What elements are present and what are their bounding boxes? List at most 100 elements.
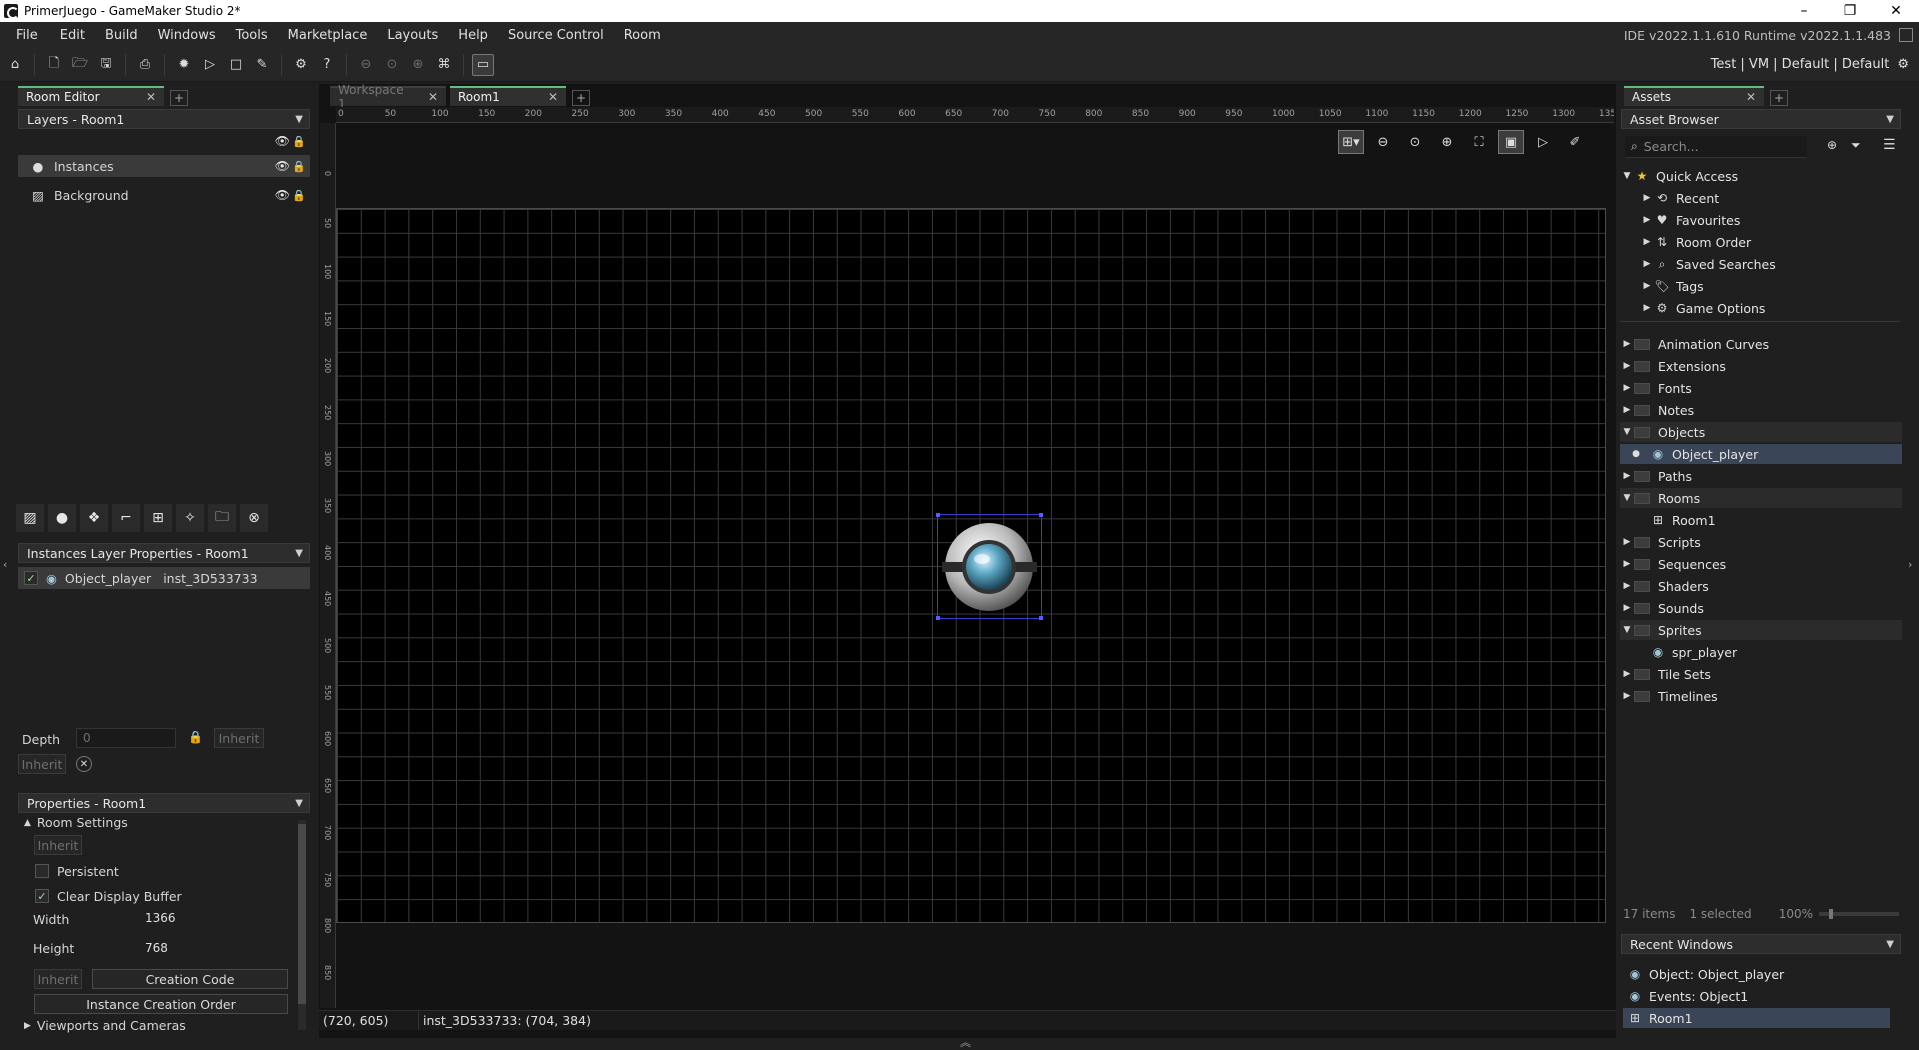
quick-access-folder[interactable]: ▼ ★ Quick Access xyxy=(1620,166,1902,186)
help-icon[interactable]: ? xyxy=(316,54,338,76)
zoom-in-icon[interactable]: ⊕ xyxy=(1434,130,1460,154)
clear-inherit-icon[interactable]: ✕ xyxy=(76,756,92,772)
asset-folder-tile-sets[interactable]: ▶ Tile Sets xyxy=(1620,664,1902,684)
menu-file[interactable]: File xyxy=(0,28,48,43)
width-input[interactable]: 1366 xyxy=(139,908,189,928)
menu-source-control[interactable]: Source Control xyxy=(498,28,614,43)
zoom-reset-icon[interactable]: ⊙ xyxy=(381,54,403,76)
asset-folder-animation-curves[interactable]: ▶ Animation Curves xyxy=(1620,334,1902,354)
zoom-slider[interactable] xyxy=(1819,909,1899,919)
minimize-button[interactable]: – xyxy=(1781,0,1827,22)
instance-creation-order-button[interactable]: Instance Creation Order xyxy=(34,994,288,1014)
add-tab-button[interactable]: + xyxy=(572,90,590,106)
instances-layer-dropdown[interactable]: Instances Layer Properties - Room1 ▼ xyxy=(18,543,310,563)
layer-instances[interactable]: ● Instances 👁 🔒 xyxy=(18,155,310,177)
menu-room[interactable]: Room xyxy=(614,28,671,43)
asset-layer-icon[interactable]: ⊞ xyxy=(144,504,172,532)
zoom-reset-icon[interactable]: ⊙ xyxy=(1402,130,1428,154)
lock-icon[interactable]: 🔒 xyxy=(188,730,203,744)
asset-folder-notes[interactable]: ▶ Notes xyxy=(1620,400,1902,420)
brush-icon[interactable]: ✐ xyxy=(1562,130,1588,154)
asset-folder-sounds[interactable]: ▶ Sounds xyxy=(1620,598,1902,618)
asset-folder-paths[interactable]: ▶ Paths xyxy=(1620,466,1902,486)
folder-add-icon[interactable]: 🗀 xyxy=(208,504,236,532)
inherit-room-button[interactable]: Inherit xyxy=(34,835,82,855)
asset-folder-sequences[interactable]: ▶ Sequences xyxy=(1620,554,1902,574)
asset-folder-sprites[interactable]: ▼ Sprites xyxy=(1620,620,1902,640)
quick-tags[interactable]: ▶ 🏷 Tags xyxy=(1640,276,1704,296)
asset-folder-rooms[interactable]: ▼ Rooms xyxy=(1620,488,1902,508)
add-tab-button[interactable]: + xyxy=(170,90,188,106)
instance-checkbox[interactable]: ✓ xyxy=(24,571,38,585)
fit-view-icon[interactable]: ⛶ xyxy=(1466,130,1492,154)
path-layer-icon[interactable]: ⌐ xyxy=(112,504,140,532)
menu-marketplace[interactable]: Marketplace xyxy=(278,28,378,43)
run-icon[interactable]: ▷ xyxy=(199,54,221,76)
asset-folder-extensions[interactable]: ▶ Extensions xyxy=(1620,356,1902,376)
target-selector[interactable]: Test | VM | Default | Default xyxy=(1711,57,1890,72)
close-button[interactable]: ✕ xyxy=(1873,0,1919,22)
height-input[interactable]: 768 xyxy=(139,938,189,958)
quick-recent[interactable]: ▶ ⟲ Recent xyxy=(1640,188,1720,208)
inherit-depth-button[interactable]: Inherit xyxy=(214,728,264,748)
filter-icon[interactable]: ⏷ xyxy=(1851,138,1861,153)
menu-help[interactable]: Help xyxy=(448,28,498,43)
lock-icon[interactable]: 🔒 xyxy=(292,160,306,173)
frame-icon[interactable]: ▣ xyxy=(1498,130,1524,154)
save-icon[interactable]: 🖫 xyxy=(95,54,117,76)
asset-search-box[interactable]: ⌕ Search... xyxy=(1625,136,1807,158)
asset-folder-shaders[interactable]: ▶ Shaders xyxy=(1620,576,1902,596)
screen-icon[interactable]: ▭ xyxy=(472,53,494,76)
menu-layouts[interactable]: Layouts xyxy=(377,28,448,43)
inherit-code-button[interactable]: Inherit xyxy=(34,969,82,989)
clear-display-checkbox[interactable]: ✓ xyxy=(35,889,49,903)
asset-browser-dropdown[interactable]: Asset Browser ▼ xyxy=(1621,109,1901,129)
asset-folder-objects[interactable]: ▼ Objects xyxy=(1620,422,1902,442)
instance-layer-icon[interactable]: ● xyxy=(48,504,76,532)
settings-icon[interactable]: ⚙ xyxy=(290,54,312,76)
close-tab-icon[interactable]: ✕ xyxy=(1732,90,1756,104)
room-settings-header[interactable]: ▲ Room Settings xyxy=(24,815,128,830)
layout-icon[interactable] xyxy=(1899,28,1913,42)
close-tab-icon[interactable]: ✕ xyxy=(132,90,156,104)
lock-icon[interactable]: 🔒 xyxy=(292,135,306,148)
quick-game-options[interactable]: ▶ ⚙ Game Options xyxy=(1640,298,1766,318)
layers-dropdown[interactable]: Layers - Room1 ▼ xyxy=(18,109,310,129)
creation-code-button[interactable]: Creation Code xyxy=(92,969,288,989)
asset-folder-timelines[interactable]: ▶ Timelines xyxy=(1620,686,1902,706)
tab-workspace-1[interactable]: Workspace 1 ✕ xyxy=(330,83,446,111)
open-project-icon[interactable]: 🗁 xyxy=(69,54,91,76)
zoom-out-icon[interactable]: ⊖ xyxy=(355,54,377,76)
workspace-icon[interactable]: ⌘ xyxy=(433,54,455,76)
properties-dropdown[interactable]: Properties - Room1 ▼ xyxy=(18,793,310,813)
background-layer-icon[interactable]: ▨ xyxy=(16,504,44,532)
asset-item-spr-player[interactable]: ◉ spr_player xyxy=(1620,642,1902,662)
asset-folder-fonts[interactable]: ▶ Fonts xyxy=(1620,378,1902,398)
stop-icon[interactable]: □ xyxy=(225,54,247,76)
add-tab-button[interactable]: + xyxy=(1770,90,1788,106)
new-project-icon[interactable]: 🗋 xyxy=(43,54,65,76)
add-asset-icon[interactable]: ⊕ xyxy=(1827,138,1837,152)
tab-room1[interactable]: Room1 ✕ xyxy=(450,86,566,106)
quick-room-order[interactable]: ▶ ⇅ Room Order xyxy=(1640,232,1752,252)
recent-room1[interactable]: ⊞ Room1 xyxy=(1623,1008,1890,1028)
inherit-layer-button[interactable]: Inherit xyxy=(18,754,66,774)
debug-icon[interactable]: ✹ xyxy=(173,54,195,76)
package-icon[interactable]: ⎙ xyxy=(134,54,156,76)
clean-icon[interactable]: ✎ xyxy=(251,54,273,76)
recent-windows-dropdown[interactable]: Recent Windows ▼ xyxy=(1621,934,1901,954)
effect-layer-icon[interactable]: ✧ xyxy=(176,504,204,532)
menu-build[interactable]: Build xyxy=(95,28,148,43)
asset-item-room1[interactable]: ⊞ Room1 xyxy=(1620,510,1902,530)
maximize-button[interactable]: ❐ xyxy=(1827,0,1873,22)
properties-scrollbar[interactable] xyxy=(298,820,306,1030)
quick-favourites[interactable]: ▶ ♥ Favourites xyxy=(1640,210,1741,230)
eye-icon[interactable]: 👁 xyxy=(275,159,290,173)
recent-events-object1[interactable]: ◉ Events: Object1 xyxy=(1623,986,1890,1006)
delete-layer-icon[interactable]: ⊗ xyxy=(240,504,268,532)
lock-icon[interactable]: 🔒 xyxy=(292,189,306,202)
target-gear-icon[interactable]: ⚙ xyxy=(1897,57,1909,72)
menu-windows[interactable]: Windows xyxy=(148,28,226,43)
play-icon[interactable]: ▷ xyxy=(1530,130,1556,154)
close-tab-icon[interactable]: ✕ xyxy=(534,90,558,104)
